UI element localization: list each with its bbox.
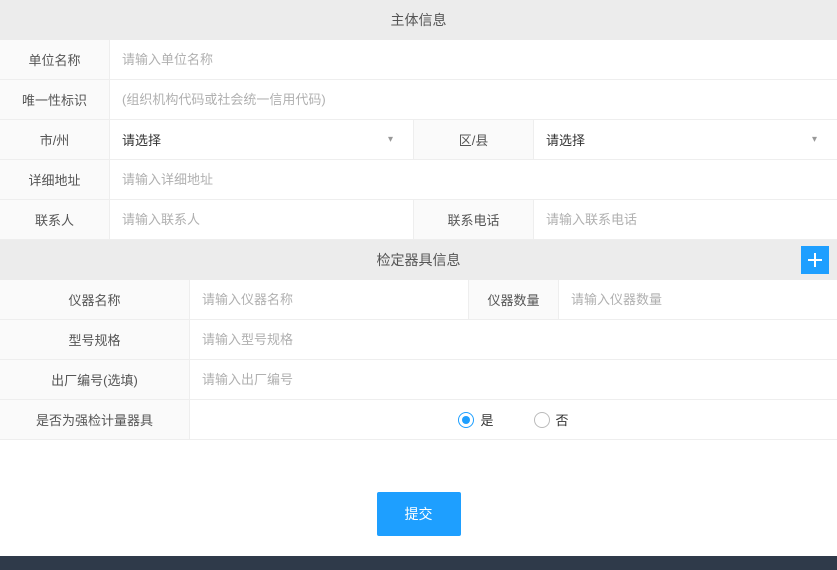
label-phone: 联系电话 [414, 200, 534, 239]
section-title-instrument: 检定器具信息 [377, 252, 461, 268]
input-org-name[interactable] [122, 52, 825, 67]
radio-yes[interactable]: 是 [458, 410, 493, 429]
label-org-name: 单位名称 [0, 40, 110, 79]
spacer [0, 440, 837, 452]
input-serial[interactable] [202, 372, 825, 387]
radio-group-mandatory: 是 否 [458, 410, 568, 429]
label-contact: 联系人 [0, 200, 110, 239]
label-mandatory: 是否为强检计量器具 [0, 400, 190, 439]
footer-bar [0, 556, 837, 570]
select-district[interactable]: 请选择 ▾ [534, 120, 837, 159]
row-city-district: 市/州 请选择 ▾ 区/县 请选择 ▾ [0, 120, 837, 160]
row-unique-id: 唯一性标识 [0, 80, 837, 120]
row-serial: 出厂编号(选填) [0, 360, 837, 400]
label-district: 区/县 [414, 120, 534, 159]
label-city: 市/州 [0, 120, 110, 159]
input-phone[interactable] [546, 212, 825, 227]
chevron-down-icon: ▾ [812, 134, 817, 145]
label-address: 详细地址 [0, 160, 110, 199]
radio-no[interactable]: 否 [534, 410, 569, 429]
input-contact[interactable] [122, 212, 401, 227]
row-instr-name-qty: 仪器名称 仪器数量 [0, 280, 837, 320]
label-unique-id: 唯一性标识 [0, 80, 110, 119]
input-instr-qty[interactable] [571, 292, 825, 307]
submit-button[interactable]: 提交 [377, 492, 461, 536]
row-contact-phone: 联系人 联系电话 [0, 200, 837, 240]
input-instr-name[interactable] [202, 292, 456, 307]
plus-icon [808, 253, 822, 267]
label-model: 型号规格 [0, 320, 190, 359]
radio-icon-unchecked [534, 412, 550, 428]
section-title: 主体信息 [391, 12, 447, 28]
label-instr-name: 仪器名称 [0, 280, 190, 319]
input-unique-id[interactable] [122, 92, 825, 107]
label-instr-qty: 仪器数量 [469, 280, 559, 319]
row-mandatory: 是否为强检计量器具 是 否 [0, 400, 837, 440]
label-serial: 出厂编号(选填) [0, 360, 190, 399]
input-model[interactable] [202, 332, 825, 347]
radio-no-label: 否 [556, 410, 569, 429]
input-address[interactable] [122, 172, 825, 187]
section-header-main: 主体信息 [0, 0, 837, 40]
row-address: 详细地址 [0, 160, 837, 200]
row-org-name: 单位名称 [0, 40, 837, 80]
row-model: 型号规格 [0, 320, 837, 360]
chevron-down-icon: ▾ [388, 134, 393, 145]
radio-yes-label: 是 [480, 410, 493, 429]
add-instrument-button[interactable] [801, 246, 829, 274]
section-header-instrument: 检定器具信息 [0, 240, 837, 280]
submit-area: 提交 [0, 452, 837, 556]
select-district-value: 请选择 [546, 130, 812, 149]
select-city-value: 请选择 [122, 130, 388, 149]
radio-icon-checked [458, 412, 474, 428]
select-city[interactable]: 请选择 ▾ [110, 120, 414, 159]
